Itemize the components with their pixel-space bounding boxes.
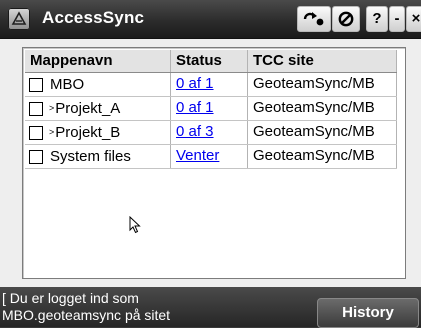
tcc-site: GeoteamSync/MB — [248, 121, 397, 144]
close-button[interactable]: × — [406, 6, 421, 32]
no-entry-icon — [338, 11, 354, 27]
folder-name: Projekt_A — [55, 99, 121, 117]
status-link[interactable]: 0 af 1 — [176, 75, 214, 92]
login-status-line: [ Du er logget ind som — [2, 290, 139, 306]
history-button[interactable]: History — [317, 298, 419, 328]
folder-name: System files — [50, 147, 131, 165]
table-row[interactable]: ˃ Projekt_A 0 af 1 GeoteamSync/MB — [25, 97, 397, 121]
column-header-status[interactable]: Status — [171, 50, 248, 72]
login-status-line: MBO.geoteamsync på sitet — [2, 307, 171, 323]
row-checkbox[interactable] — [29, 125, 43, 140]
status-link[interactable]: Venter — [176, 147, 219, 164]
subfolder-marker: ˃ — [49, 102, 55, 113]
app-title: AccessSync — [42, 8, 145, 27]
subfolder-marker: ˃ — [49, 126, 55, 137]
app-logo-icon[interactable] — [8, 8, 30, 30]
minimize-button[interactable]: - — [389, 6, 405, 32]
title-bar: AccessSync ? - × — [0, 0, 421, 39]
folder-table: Mappenavn Status TCC site MBO 0 af 1 Geo… — [25, 50, 397, 169]
tcc-site: GeoteamSync/MB — [248, 97, 397, 120]
login-status-text: [ Du er logget ind som MBO.geoteamsync p… — [2, 290, 298, 324]
folder-table-panel: Mappenavn Status TCC site MBO 0 af 1 Geo… — [22, 47, 406, 279]
table-header: Mappenavn Status TCC site — [25, 50, 397, 73]
row-checkbox[interactable] — [29, 149, 43, 164]
tcc-site: GeoteamSync/MB — [248, 145, 397, 168]
sync-arrow-icon — [303, 12, 324, 26]
help-button[interactable]: ? — [366, 6, 388, 32]
bottom-bar: [ Du er logget ind som MBO.geoteamsync p… — [0, 287, 421, 328]
folder-name: MBO — [50, 75, 85, 93]
row-checkbox[interactable] — [29, 77, 43, 92]
folder-name: Projekt_B — [55, 123, 121, 141]
tcc-site: GeoteamSync/MB — [248, 73, 397, 96]
client-area: Mappenavn Status TCC site MBO 0 af 1 Geo… — [0, 39, 421, 287]
sync-button[interactable] — [297, 6, 331, 32]
table-row[interactable]: System files Venter GeoteamSync/MB — [25, 145, 397, 169]
column-header-tcc-site[interactable]: TCC site — [248, 50, 397, 72]
block-button[interactable] — [332, 6, 360, 32]
status-link[interactable]: 0 af 3 — [176, 123, 214, 140]
row-checkbox[interactable] — [29, 101, 43, 116]
table-row[interactable]: MBO 0 af 1 GeoteamSync/MB — [25, 73, 397, 97]
mouse-pointer-icon — [129, 216, 141, 234]
table-row[interactable]: ˃ Projekt_B 0 af 3 GeoteamSync/MB — [25, 121, 397, 145]
column-header-folder-name[interactable]: Mappenavn — [25, 50, 171, 72]
status-link[interactable]: 0 af 1 — [176, 99, 214, 116]
